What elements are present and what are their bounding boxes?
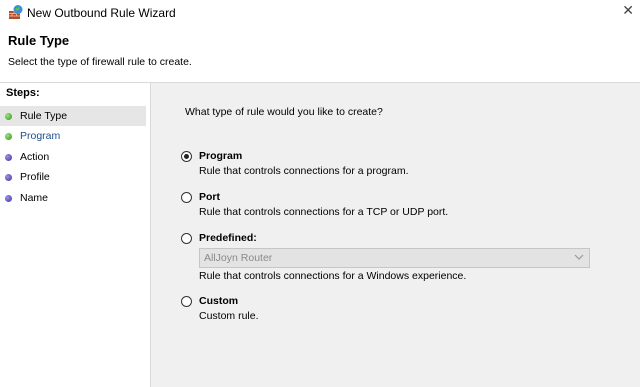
step-pending-icon [5,173,12,181]
predefined-radio[interactable] [181,233,192,244]
port-radio[interactable] [181,192,192,203]
step-label: Rule Type [20,110,68,122]
title-bar: New Outbound Rule Wizard ✕ [0,0,640,26]
step-rule-type[interactable]: Rule Type [0,106,146,126]
chevron-down-icon [574,254,584,260]
rule-type-question: What type of rule would you like to crea… [185,106,383,118]
step-name: Name [0,188,146,208]
step-label: Program [20,130,61,142]
option-title: Predefined: [199,232,257,244]
step-complete-icon [5,132,12,140]
close-icon[interactable]: ✕ [622,2,634,19]
window-title: New Outbound Rule Wizard [27,6,176,20]
program-radio[interactable] [181,151,192,162]
option-title: Program [199,150,243,162]
step-profile: Profile [0,167,146,187]
option-description: Rule that controls connections for a Win… [199,270,467,282]
firewall-app-icon [9,5,23,19]
page-subtitle: Select the type of firewall rule to crea… [8,56,192,68]
option-description: Rule that controls connections for a TCP… [199,206,449,218]
main-content: What type of rule would you like to crea… [150,83,640,387]
option-description: Custom rule. [199,310,259,322]
custom-radio[interactable] [181,296,192,307]
option-title: Port [199,191,220,203]
step-action: Action [0,147,146,167]
steps-panel: Steps: Rule Type Program Action Profile … [0,83,150,387]
step-pending-icon [5,153,12,161]
step-pending-icon [5,194,12,202]
option-description: Rule that controls connections for a pro… [199,165,409,177]
page-header: Rule Type Select the type of firewall ru… [0,26,640,83]
steps-label: Steps: [6,87,40,99]
step-label: Profile [20,171,50,183]
option-title: Custom [199,295,239,307]
step-complete-icon [5,112,12,120]
predefined-dropdown[interactable]: AllJoyn Router [199,248,590,268]
step-program[interactable]: Program [0,126,146,146]
step-label: Name [20,192,49,204]
page-title: Rule Type [8,33,70,48]
dropdown-selected-value: AllJoyn Router [204,252,273,264]
step-label: Action [20,151,50,163]
